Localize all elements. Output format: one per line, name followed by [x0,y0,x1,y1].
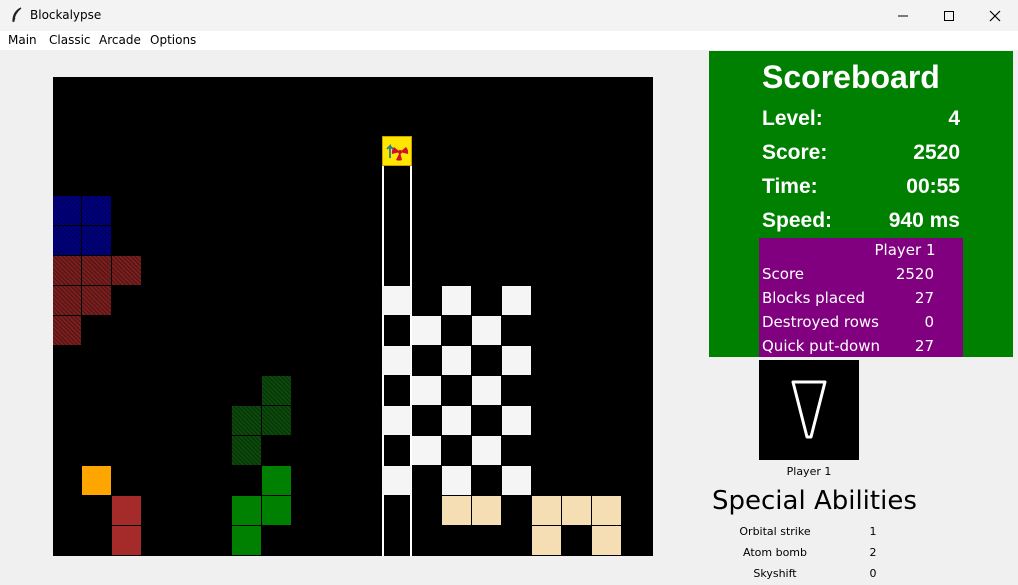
time-value: 00:55 [906,175,960,198]
level-label: Level: [762,107,823,130]
level-value: 4 [948,107,960,130]
board-block [412,376,441,405]
board-block [82,226,111,255]
board-block [112,526,141,555]
board-block [502,466,531,495]
board-block [532,526,561,555]
quick-put-down-label: Quick put-down [762,337,880,355]
board-block [412,436,441,465]
ability-orbital-strike-count: 1 [869,525,877,538]
speed-value: 940 ms [888,209,960,232]
feather-icon [12,7,22,23]
board-block [262,376,291,405]
player-score-value: 2520 [895,265,934,283]
board-block [532,496,561,525]
blocks-placed-value: 27 [914,289,934,307]
board-block [562,496,591,525]
blocks-placed-label: Blocks placed [762,289,866,307]
board-block [592,526,621,555]
board-block [232,496,261,525]
quick-put-down-value: 27 [914,337,934,355]
board-block [112,256,141,285]
menu-classic[interactable]: Classic [49,33,91,47]
title-bar: Blockalypse [0,0,1018,31]
board-block [53,316,81,345]
board-block [82,196,111,225]
orbital-strike-icon [791,380,827,439]
board-block [472,496,501,525]
ability-atom-bomb: Atom bomb [743,546,807,559]
player-score-label: Score [762,265,805,283]
close-button[interactable] [972,0,1018,31]
destroyed-rows-value: 0 [924,313,934,331]
speed-label: Speed: [762,209,833,232]
board-block [592,496,621,525]
next-piece-preview [759,360,859,460]
special-abilities-title: Special Abilities [712,486,917,516]
board-block [262,406,291,435]
board-block [442,466,471,495]
time-label: Time: [762,175,818,198]
player-stats-header: Player 1 [874,241,936,259]
board-block [82,256,111,285]
board-block [53,286,81,315]
board-block [412,316,441,345]
board-block [382,286,411,315]
scoreboard-title: Scoreboard [762,59,940,95]
ability-skyshift-count: 0 [869,567,877,580]
board-block [442,346,471,375]
board-block [382,466,411,495]
score-value: 2520 [913,141,960,164]
player-stats-panel: Player 1 Score 2520 Blocks placed 27 Des… [759,238,963,357]
next-piece-player-label: Player 1 [786,465,832,478]
menu-options[interactable]: Options [150,33,196,47]
board-block [53,196,81,225]
game-board[interactable] [53,77,653,556]
ability-orbital-strike: Orbital strike [739,525,811,538]
menu-bar: Main Classic Arcade Options [0,31,1018,50]
board-block [502,406,531,435]
close-icon [989,10,1001,21]
ability-atom-bomb-count: 2 [869,546,877,559]
board-block [472,436,501,465]
board-block [262,466,291,495]
minimize-button[interactable] [880,0,926,31]
board-block [232,526,261,555]
maximize-icon [944,10,954,21]
ability-skyshift: Skyshift [753,567,797,580]
board-block [232,436,261,465]
board-block [82,286,111,315]
board-block [382,346,411,375]
board-block [232,406,261,435]
board-block [82,466,111,495]
board-block [53,256,81,285]
board-block [472,376,501,405]
menu-main[interactable]: Main [8,33,37,47]
board-block [382,406,411,435]
board-block [442,406,471,435]
score-label: Score: [762,141,828,164]
board-block [442,286,471,315]
board-block [502,346,531,375]
board-block [112,496,141,525]
maximize-button[interactable] [926,0,972,31]
falling-piece [382,136,412,170]
board-block [472,316,501,345]
radiation-icon [382,136,412,166]
minimize-icon [898,15,908,16]
board-block [502,286,531,315]
board-block [262,496,291,525]
destroyed-rows-label: Destroyed rows [762,313,879,331]
scoreboard-panel: Scoreboard Level: 4 Score: 2520 Time: 00… [709,51,1013,357]
board-block [442,496,471,525]
board-block [53,226,81,255]
window-title: Blockalypse [30,8,102,22]
menu-arcade[interactable]: Arcade [99,33,141,47]
